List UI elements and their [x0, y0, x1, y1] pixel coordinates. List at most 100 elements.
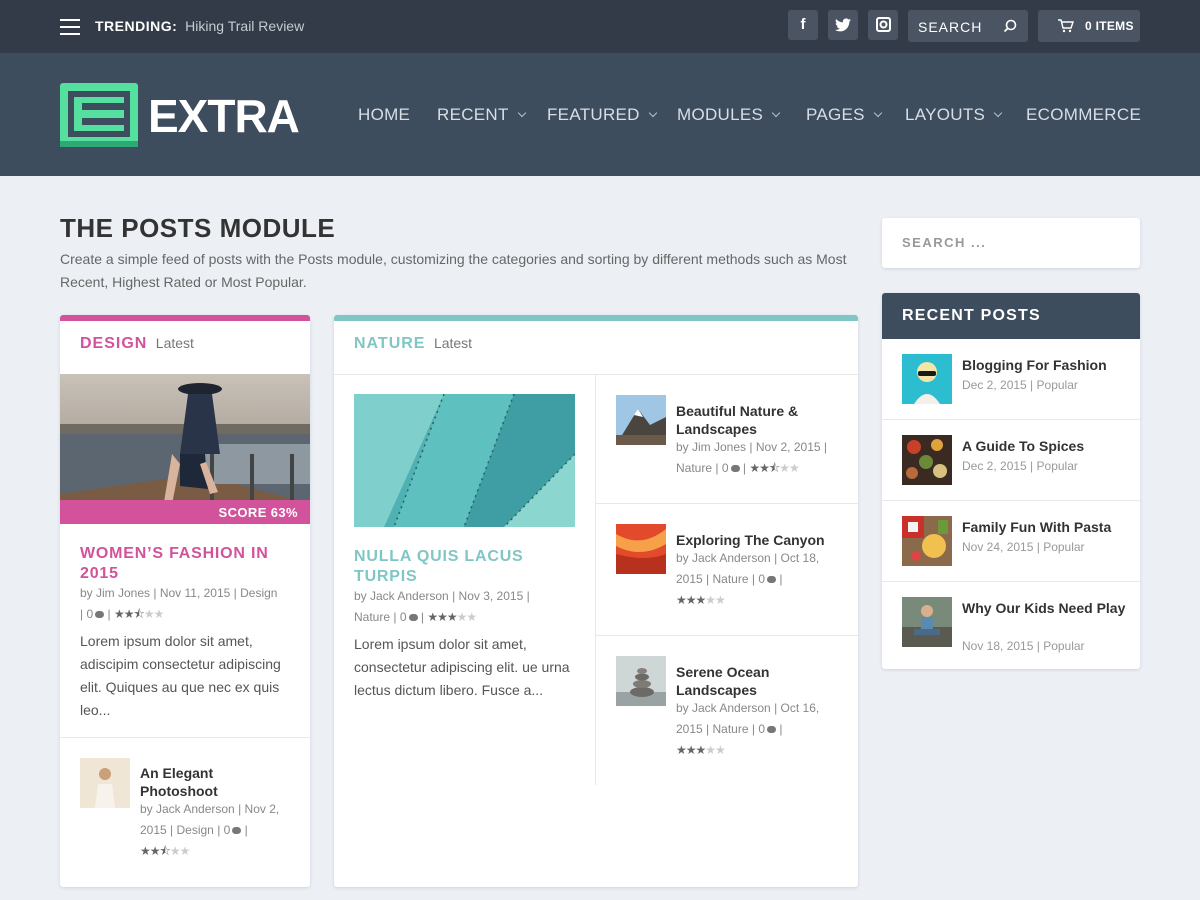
- post-category[interactable]: Nature: [676, 461, 712, 475]
- recent-post-date: Dec 2, 2015: [962, 378, 1027, 392]
- nav-recent-label: RECENT: [437, 105, 509, 124]
- post-date-year: 2015: [676, 572, 703, 586]
- site-logo[interactable]: EXTRA: [60, 83, 300, 147]
- post-title[interactable]: WOMEN’S FASHION IN 2015: [80, 544, 290, 584]
- post-category[interactable]: Nature: [713, 722, 749, 736]
- post-date: Nov 11, 2015: [159, 586, 231, 600]
- post-comments[interactable]: 0: [400, 610, 407, 624]
- recent-post-meta: Dec 2, 2015 | Popular: [962, 378, 1078, 392]
- post-comments[interactable]: 0: [722, 461, 729, 475]
- post-author[interactable]: by Jack Anderson: [676, 551, 771, 565]
- page-title: THE POSTS MODULE: [60, 213, 336, 243]
- post-date-year: 2015: [676, 722, 703, 736]
- nav-layouts[interactable]: LAYOUTS: [905, 105, 1003, 125]
- recent-post-title[interactable]: A Guide To Spices: [962, 437, 1127, 455]
- logo-text: EXTRA: [148, 90, 300, 142]
- cart-button[interactable]: 0 ITEMS: [1038, 10, 1140, 42]
- nav-featured-label: FEATURED: [547, 105, 640, 124]
- recent-post-item[interactable]: Blogging For Fashion Dec 2, 2015 | Popul…: [882, 339, 1140, 420]
- recent-post-title[interactable]: Blogging For Fashion: [962, 356, 1127, 374]
- nav-featured[interactable]: FEATURED: [547, 105, 658, 125]
- recent-post-tag: Popular: [1036, 459, 1078, 473]
- recent-post-title[interactable]: Why Our Kids Need Play: [962, 599, 1127, 617]
- post-comments[interactable]: 0: [758, 572, 765, 586]
- thumb-ocean-stones[interactable]: [616, 656, 666, 706]
- divider: [60, 737, 310, 738]
- facebook-icon[interactable]: f: [788, 10, 818, 40]
- recent-posts-widget: RECENT POSTS Blogging For Fashion Dec 2,…: [882, 293, 1140, 669]
- post-comments[interactable]: 0: [224, 823, 231, 837]
- list-post-meta: by Jim Jones | Nov 2, 2015 | Nature | 0 …: [676, 437, 848, 479]
- post-comments[interactable]: 0: [86, 607, 93, 621]
- thumb-blogging-fashion[interactable]: [902, 354, 952, 404]
- post-category[interactable]: Nature: [354, 610, 390, 624]
- score-text: SCORE 63%: [218, 505, 298, 520]
- thumb-elegant-photoshoot[interactable]: [80, 758, 130, 808]
- post-author[interactable]: by Jim Jones: [676, 440, 746, 454]
- twitter-icon[interactable]: [828, 10, 858, 40]
- featured-image-agave[interactable]: [354, 394, 575, 527]
- post-author[interactable]: by Jack Anderson: [354, 589, 449, 603]
- recent-post-item[interactable]: A Guide To Spices Dec 2, 2015 | Popular: [882, 420, 1140, 501]
- search-icon[interactable]: [1003, 19, 1017, 33]
- comment-icon: [408, 614, 418, 621]
- post-date: Nov 2, 2015: [755, 440, 821, 454]
- chevron-down-icon: [517, 108, 526, 118]
- rating-stars: ★★★★★: [427, 610, 477, 624]
- nav-modules[interactable]: MODULES: [677, 105, 781, 125]
- comment-icon: [232, 827, 242, 834]
- list-post-title[interactable]: Serene Ocean Landscapes: [676, 663, 846, 699]
- post-meta: by Jim Jones | Nov 11, 2015 | Design | 0…: [80, 583, 295, 625]
- divider: [596, 503, 858, 504]
- module-sort: Latest: [155, 335, 194, 351]
- recent-post-tag: Popular: [1043, 639, 1085, 653]
- site-header: EXTRA HOME RECENT FEATURED MODULES PAGES…: [0, 53, 1200, 176]
- post-author[interactable]: by Jim Jones: [80, 586, 150, 600]
- post-comments[interactable]: 0: [758, 722, 765, 736]
- module-category[interactable]: NATURE: [354, 335, 425, 352]
- recent-post-item[interactable]: Why Our Kids Need Play Nov 18, 2015 | Po…: [882, 582, 1140, 669]
- rating-stars: ★★★★★: [676, 743, 726, 757]
- nav-home[interactable]: HOME: [358, 105, 410, 125]
- recent-post-title[interactable]: Family Fun With Pasta: [962, 518, 1127, 536]
- post-category[interactable]: Nature: [713, 572, 749, 586]
- thumb-pasta[interactable]: [902, 516, 952, 566]
- module-category[interactable]: DESIGN: [80, 335, 147, 352]
- thumb-spices[interactable]: [902, 435, 952, 485]
- recent-posts-header: RECENT POSTS: [882, 293, 1140, 339]
- recent-post-date: Nov 24, 2015: [962, 540, 1034, 554]
- top-search-box[interactable]: SEARCH: [908, 10, 1028, 42]
- post-author[interactable]: by Jack Anderson: [140, 802, 235, 816]
- menu-icon[interactable]: [60, 19, 80, 35]
- post-category[interactable]: Design: [240, 586, 277, 600]
- small-post-title[interactable]: An Elegant Photoshoot: [140, 764, 290, 800]
- trending-link[interactable]: Hiking Trail Review: [185, 18, 304, 34]
- nav-ecommerce[interactable]: ECOMMERCE: [1026, 105, 1141, 125]
- nav-recent[interactable]: RECENT: [437, 105, 526, 125]
- chevron-down-icon: [993, 108, 1003, 118]
- instagram-icon[interactable]: [868, 10, 898, 40]
- post-author[interactable]: by Jack Anderson: [676, 701, 771, 715]
- comment-icon: [95, 611, 105, 618]
- trending-ticker: TRENDING: Hiking Trail Review: [95, 18, 304, 34]
- post-category[interactable]: Design: [177, 823, 214, 837]
- chevron-down-icon: [873, 108, 883, 118]
- comment-icon: [767, 576, 777, 583]
- sidebar-search-input[interactable]: SEARCH ...: [882, 218, 1140, 268]
- recent-post-item[interactable]: Family Fun With Pasta Nov 24, 2015 | Pop…: [882, 501, 1140, 582]
- search-placeholder: SEARCH ...: [902, 235, 987, 250]
- post-excerpt: Lorem ipsum dolor sit amet, adiscipim co…: [80, 633, 281, 718]
- recent-post-date: Dec 2, 2015: [962, 459, 1027, 473]
- list-post-title[interactable]: Exploring The Canyon: [676, 531, 846, 549]
- thumb-kids-play[interactable]: [902, 597, 952, 647]
- post-title[interactable]: NULLA QUIS LACUS TURPIS: [354, 547, 574, 587]
- thumb-canyon[interactable]: [616, 524, 666, 574]
- post-date: Nov 3, 2015: [458, 589, 524, 603]
- nav-pages[interactable]: PAGES: [806, 105, 883, 125]
- module-header: DESIGN Latest: [80, 335, 194, 353]
- trending-label: TRENDING:: [95, 18, 178, 34]
- post-excerpt: Lorem ipsum dolor sit amet, consectetur …: [354, 636, 570, 698]
- thumb-mountain[interactable]: [616, 395, 666, 445]
- list-post-title[interactable]: Beautiful Nature & Landscapes: [676, 402, 846, 438]
- divider: [334, 374, 858, 375]
